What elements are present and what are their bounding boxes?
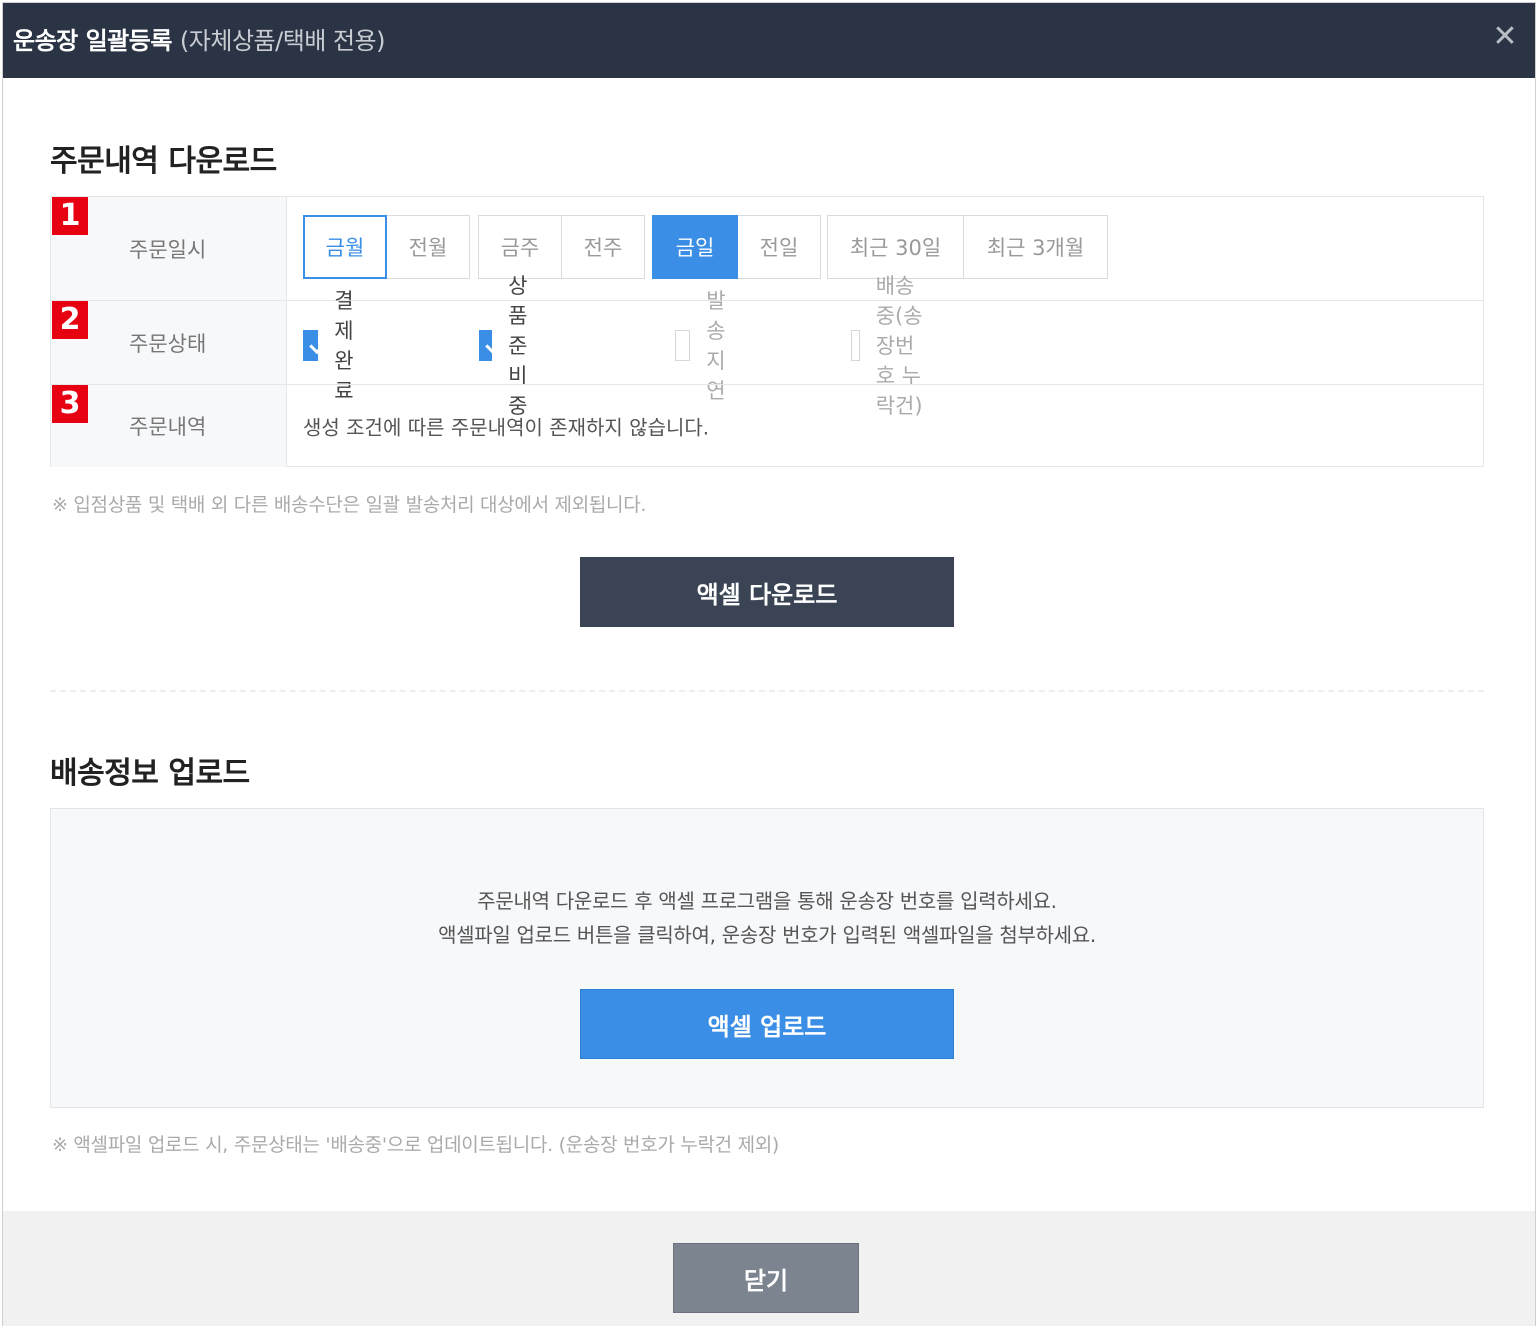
yesterday-button[interactable]: 전일 xyxy=(737,215,821,279)
week-button-group: 금주 전주 xyxy=(478,215,645,279)
download-section-title: 주문내역 다운로드 xyxy=(50,144,277,179)
row-header: 1 주문일시 xyxy=(51,197,287,300)
range-button-group: 최근 30일 최근 3개월 xyxy=(827,215,1108,279)
order-status-row: 2 주문상태 결제완료 상품준비중 발송지연 배송중(송장번호 누락건) xyxy=(51,274,1483,418)
step-badge: 1 xyxy=(52,197,88,235)
order-status-label: 주문상태 xyxy=(129,331,207,356)
status-check-delayed[interactable]: 발송지연 xyxy=(675,289,741,403)
close-icon[interactable]: ✕ xyxy=(1489,19,1521,55)
checkbox-unchecked-icon[interactable] xyxy=(675,329,691,361)
upload-instruction-1: 주문내역 다운로드 후 액셀 프로그램을 통해 운송장 번호를 입력하세요. xyxy=(477,889,1057,913)
bulk-waybill-dialog: 운송장 일괄등록 (자체상품/택배 전용) ✕ 주문내역 다운로드 1 주문일시 … xyxy=(2,2,1536,1326)
last-month-button[interactable]: 전월 xyxy=(386,215,470,279)
download-note: ※ 입점상품 및 택배 외 다른 배송수단은 일괄 발송처리 대상에서 제외됩니… xyxy=(52,494,647,516)
row-header: 3 주문내역 xyxy=(51,385,287,467)
section-divider xyxy=(50,690,1484,692)
upload-section-title: 배송정보 업로드 xyxy=(50,756,250,791)
upload-instruction-2: 액셀파일 업로드 버튼을 클릭하여, 운송장 번호가 입력된 액셀파일을 첨부하… xyxy=(438,923,1096,947)
last-week-button[interactable]: 전주 xyxy=(561,215,645,279)
upload-note: ※ 액셀파일 업로드 시, 주문상태는 '배송중'으로 업데이트됩니다. (운송… xyxy=(52,1134,780,1156)
order-filter-table: 1 주문일시 금월 전월 금주 전주 금일 전일 최근 30일 최근 3개월 2… xyxy=(50,196,1484,467)
status-check-shipping-missing[interactable]: 배송중(송장번호 누락건) xyxy=(851,274,926,418)
order-detail-label: 주문내역 xyxy=(129,415,207,439)
row-header: 2 주문상태 xyxy=(51,301,287,384)
order-detail-message: 생성 조건에 따른 주문내역이 존재하지 않습니다. xyxy=(303,415,710,440)
checkbox-checked-icon[interactable] xyxy=(479,329,493,361)
today-button[interactable]: 금일 xyxy=(652,215,738,279)
checkbox-checked-icon[interactable] xyxy=(303,329,319,361)
checkbox-unchecked-icon[interactable] xyxy=(851,329,860,361)
close-button[interactable]: 닫기 xyxy=(673,1243,859,1313)
status-check-preparing[interactable]: 상품준비중 xyxy=(479,274,545,418)
status-check-paid[interactable]: 결제완료 xyxy=(303,289,369,403)
excel-download-button[interactable]: 액셀 다운로드 xyxy=(580,557,954,627)
step-badge: 3 xyxy=(52,385,88,423)
month-button-group: 금월 전월 xyxy=(303,215,470,279)
last-3-months-button[interactable]: 최근 3개월 xyxy=(963,215,1108,279)
dialog-title: 운송장 일괄등록 (자체상품/택배 전용) xyxy=(13,21,386,56)
excel-upload-button[interactable]: 액셀 업로드 xyxy=(580,989,954,1059)
step-badge: 2 xyxy=(52,301,88,339)
dialog-titlebar: 운송장 일괄등록 (자체상품/택배 전용) ✕ xyxy=(3,3,1535,78)
order-date-label: 주문일시 xyxy=(129,237,207,262)
day-button-group: 금일 전일 xyxy=(652,215,821,279)
order-date-row: 1 주문일시 금월 전월 금주 전주 금일 전일 최근 30일 최근 3개월 xyxy=(51,197,1483,300)
dialog-subtitle: (자체상품/택배 전용) xyxy=(179,27,386,55)
order-detail-row: 3 주문내역 생성 조건에 따른 주문내역이 존재하지 않습니다. xyxy=(51,384,1483,467)
upload-panel: 주문내역 다운로드 후 액셀 프로그램을 통해 운송장 번호를 입력하세요. 액… xyxy=(50,808,1484,1108)
dialog-footer: 닫기 xyxy=(3,1211,1535,1326)
dialog-title-text: 운송장 일괄등록 xyxy=(13,27,172,55)
this-month-button[interactable]: 금월 xyxy=(303,215,387,279)
